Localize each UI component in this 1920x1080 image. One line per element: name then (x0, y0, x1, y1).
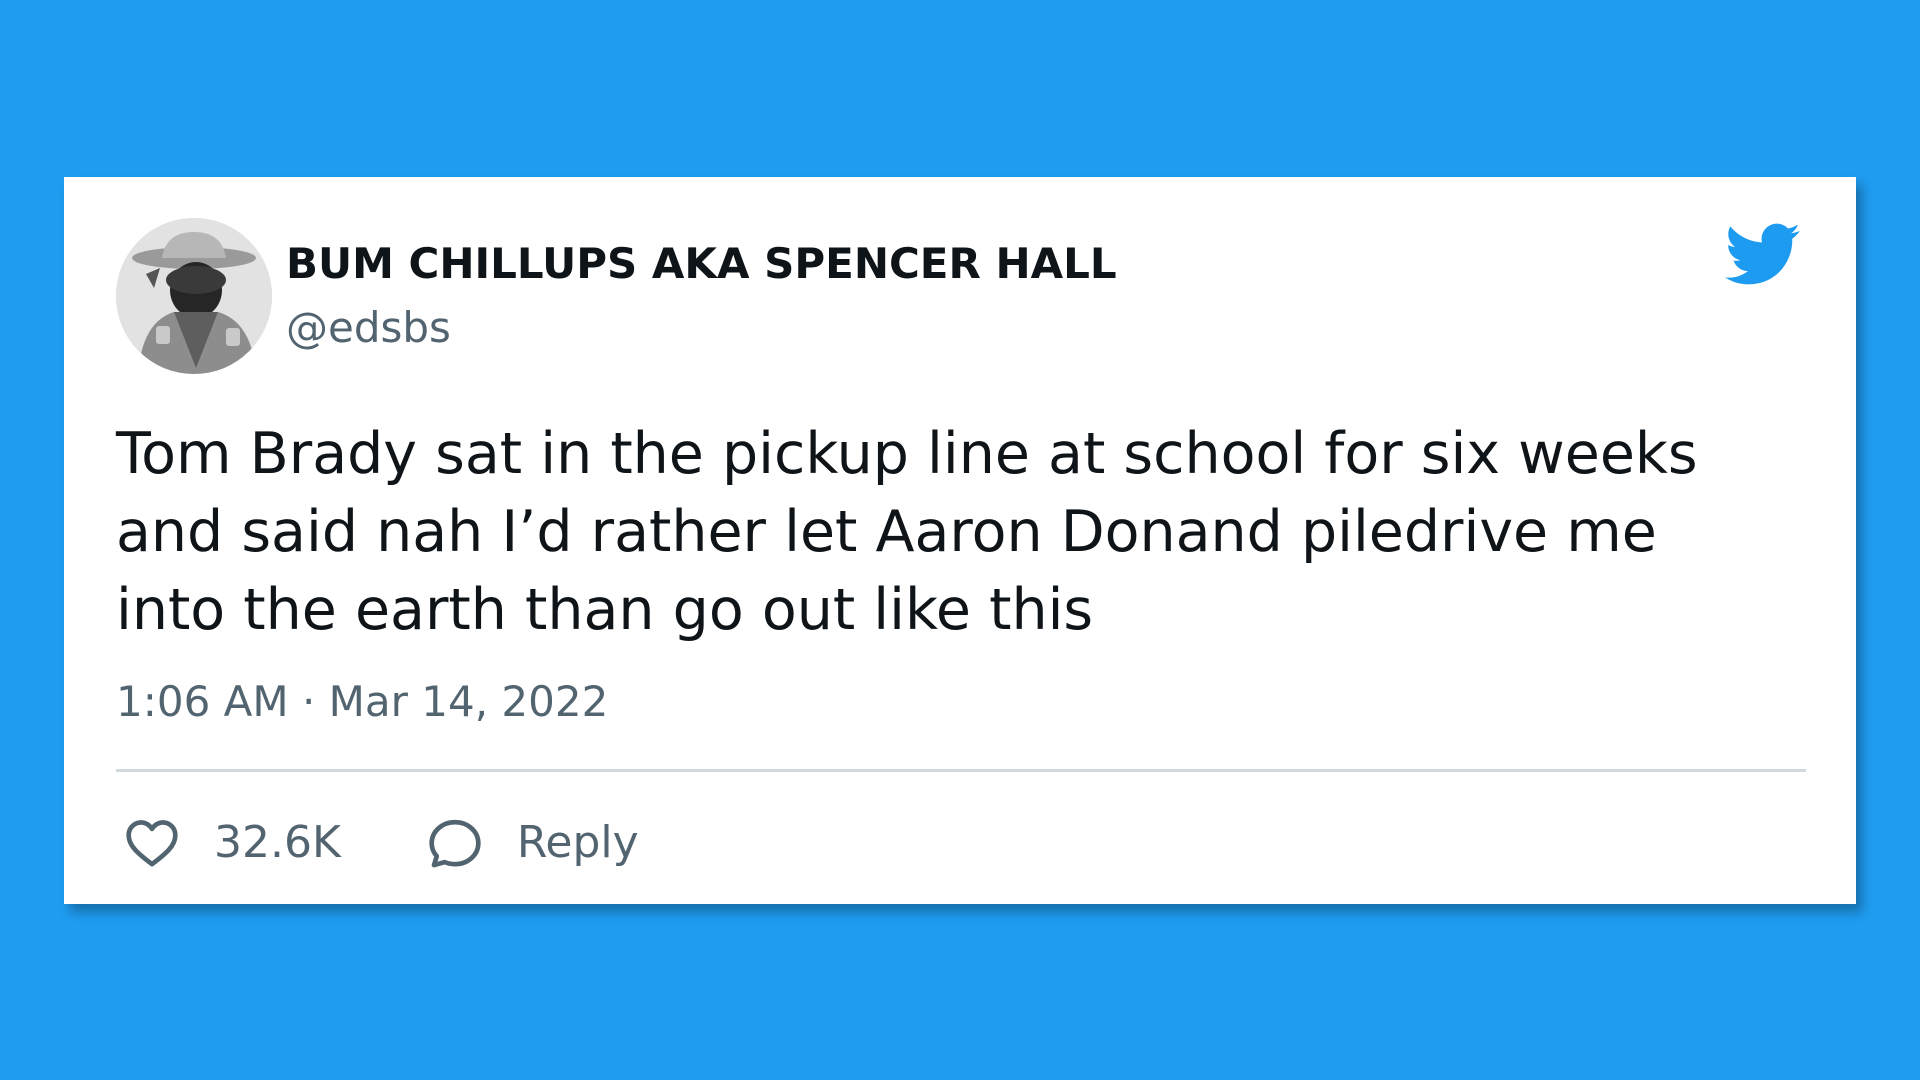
tweet-text-line: and said nah I’d rather let Aaron Donand… (116, 499, 1657, 565)
speech-bubble-icon (427, 815, 483, 869)
heart-icon (124, 816, 180, 868)
tweet-timestamp[interactable]: 1:06 AM · Mar 14, 2022 (116, 677, 608, 726)
like-count: 32.6K (214, 816, 341, 868)
tweet-card: BUM CHILLUPS AKA SPENCER HALL @edsbs Tom… (64, 177, 1856, 904)
tweet-actions: 32.6K Reply (124, 807, 639, 877)
like-button[interactable]: 32.6K (124, 816, 341, 868)
avatar[interactable] (116, 218, 272, 374)
tweet-text: Tom Brady sat in the pickup line at scho… (116, 415, 1816, 649)
twitter-bird-icon[interactable] (1725, 223, 1801, 287)
author-name[interactable]: BUM CHILLUPS AKA SPENCER HALL (286, 239, 1117, 288)
divider (116, 769, 1806, 772)
tweet-text-line: Tom Brady sat in the pickup line at scho… (116, 421, 1698, 487)
reply-label: Reply (516, 816, 639, 868)
author-handle[interactable]: @edsbs (286, 303, 451, 352)
tweet-text-line: into the earth than go out like this (116, 577, 1094, 643)
reply-button[interactable]: Reply (427, 815, 639, 869)
avatar-photo (116, 218, 272, 374)
